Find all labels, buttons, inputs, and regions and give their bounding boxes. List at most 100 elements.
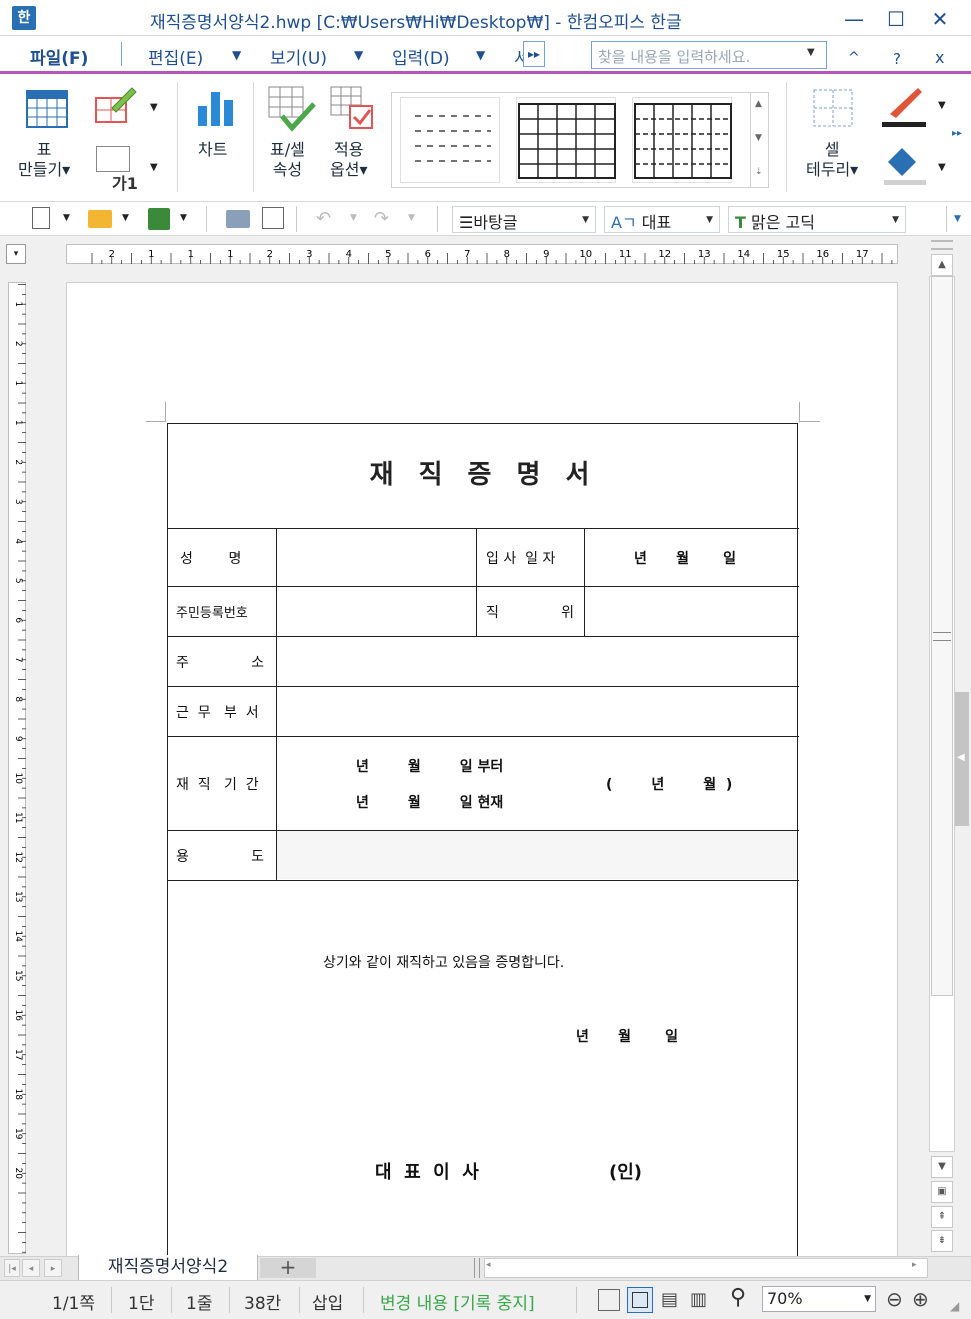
chevron-down-icon[interactable]: ▼ xyxy=(150,162,158,173)
status-page[interactable]: 1/1쪽 xyxy=(52,1289,95,1314)
chevron-down-icon[interactable]: ▼ xyxy=(807,47,815,58)
chevron-down-icon[interactable]: ▼ xyxy=(408,213,415,223)
view-full-page-icon[interactable] xyxy=(598,1289,620,1311)
ruler-label: 3 xyxy=(306,249,312,260)
zoom-out-icon[interactable]: ⊖ xyxy=(886,1287,903,1311)
open-folder-icon[interactable] xyxy=(88,210,112,228)
document-close-button[interactable]: x xyxy=(935,48,944,67)
tab-first-icon[interactable]: |◂ xyxy=(4,1259,20,1277)
print-icon[interactable] xyxy=(226,210,250,228)
hscroll-splitter[interactable] xyxy=(474,1258,480,1278)
period-to[interactable]: 년 월 일 현재 xyxy=(356,792,503,812)
period-total[interactable]: ( 년 월 ) xyxy=(606,774,732,794)
maximize-button[interactable]: ☐ xyxy=(878,6,914,32)
scroll-right-icon[interactable]: ▸ xyxy=(912,1260,917,1270)
table-cell-props-button[interactable]: 표/셀 속성 xyxy=(270,140,305,180)
bar-chart-icon[interactable] xyxy=(196,88,236,132)
table-grid-icon[interactable] xyxy=(26,90,68,132)
horizontal-ruler[interactable]: 2 1 1 1 2 3 4 5 6 7 8 9 10 11 12 13 14 15 16 17 xyxy=(66,244,898,264)
undo-icon[interactable]: ↶ xyxy=(316,208,331,229)
prev-page-icon[interactable]: ⇞ xyxy=(931,1206,953,1228)
vertical-ruler[interactable]: 1 2 1 1 2 3 4 5 6 7 8 9 10 11 12 13 14 15 16 17 18 19 20 xyxy=(8,282,26,1254)
period-from[interactable]: 년 월 일 부터 xyxy=(356,756,503,776)
chart-button[interactable]: 차트 xyxy=(198,140,227,160)
table-style-grid[interactable] xyxy=(516,97,616,183)
save-icon[interactable] xyxy=(148,208,170,230)
ribbon-more-icon[interactable]: ▸▸ xyxy=(952,128,962,139)
chevron-down-icon[interactable]: ▼ xyxy=(150,102,158,113)
scroll-up-button[interactable]: ▲ xyxy=(931,254,953,276)
table-make-button[interactable]: 표 만들기▾ xyxy=(18,140,70,180)
toolbar-more-icon[interactable]: ▼ xyxy=(946,206,968,232)
search-input[interactable]: 찾을 내용을 입력하세요. xyxy=(591,41,827,69)
zoom-select[interactable]: 70% ▼ xyxy=(762,1286,876,1312)
table-properties-icon[interactable] xyxy=(268,86,316,136)
chevron-down-icon[interactable]: ▼ xyxy=(180,213,187,223)
cell-border-button[interactable]: 셀 테두리▾ xyxy=(806,140,858,180)
redo-icon[interactable]: ↷ xyxy=(374,208,389,229)
minimize-button[interactable]: — xyxy=(836,6,872,32)
hire-date-value[interactable]: 년 월 일 xyxy=(634,548,736,568)
tab-document[interactable]: 재직증명서양식2 xyxy=(78,1255,258,1281)
menu-edit[interactable]: 편집(E) xyxy=(148,44,203,69)
ruler-label: 2 xyxy=(13,459,23,465)
tab-prev-icon[interactable]: ◂ xyxy=(22,1259,40,1277)
menu-view[interactable]: 보기(U) xyxy=(270,44,327,69)
view-draft-icon[interactable]: ▤ xyxy=(661,1289,678,1310)
cell-border-icon[interactable] xyxy=(812,88,854,132)
view-web-icon[interactable]: ▥ xyxy=(690,1289,707,1310)
scroll-down-button[interactable]: ▼ xyxy=(931,1156,953,1178)
zoom-value: 70% xyxy=(767,1289,803,1308)
ga1-label[interactable]: 가1 xyxy=(112,170,138,194)
chevron-down-icon[interactable]: ▼ xyxy=(232,48,241,62)
fill-bucket-icon[interactable] xyxy=(882,142,928,190)
table-style-dashed[interactable] xyxy=(400,97,500,183)
menu-insert[interactable]: 입력(D) xyxy=(392,44,450,69)
paint-brush-icon[interactable] xyxy=(880,84,928,132)
chevron-down-icon[interactable]: ▼ xyxy=(354,48,363,62)
ruler-tab-selector-icon[interactable]: ▾ xyxy=(6,244,26,264)
table-style-box-icon[interactable] xyxy=(96,146,130,172)
menu-overflow-icon[interactable]: ▸▸ xyxy=(523,41,545,67)
resize-grip-icon[interactable]: ◢ xyxy=(950,1299,959,1313)
chevron-down-icon[interactable]: ▼ xyxy=(476,48,485,62)
representative-select[interactable]: Aㄱ 대표 ▼ xyxy=(604,206,720,233)
chevron-down-icon[interactable]: ▼ xyxy=(122,213,129,223)
add-tab-button[interactable]: + xyxy=(260,1257,316,1278)
certificate-form-table[interactable]: 재 직 증 명 서 성 명 입 사 일 자 년 월 일 주민등록번호 직 위 주… xyxy=(167,423,799,1263)
table-style-mixed[interactable] xyxy=(632,97,732,183)
chevron-down-icon[interactable]: ▼ xyxy=(63,213,70,223)
chevron-up-icon[interactable]: ▲ xyxy=(755,99,762,109)
menu-file[interactable]: 파일(F) xyxy=(30,44,88,69)
help-button[interactable]: ? xyxy=(893,50,901,68)
close-button[interactable]: ✕ xyxy=(922,6,958,32)
status-insert-mode[interactable]: 삽입 xyxy=(312,1289,343,1314)
chevron-down-icon[interactable]: ▼ xyxy=(350,213,357,223)
horizontal-scrollbar[interactable] xyxy=(484,1258,928,1278)
table-border xyxy=(476,528,477,636)
font-select[interactable]: T 맑은 고딕 ▼ xyxy=(728,206,906,233)
new-document-icon[interactable] xyxy=(32,207,50,229)
purpose-value-cell[interactable] xyxy=(277,831,797,879)
split-handle-icon[interactable] xyxy=(931,240,953,250)
ribbon-collapse-button[interactable]: ^ xyxy=(848,50,860,66)
gallery-expand-icon[interactable]: ⇣ xyxy=(755,167,763,177)
issue-date[interactable]: 년 월 일 xyxy=(576,1026,678,1046)
next-page-icon[interactable]: ⇟ xyxy=(931,1230,953,1252)
tab-next-icon[interactable]: ▸ xyxy=(44,1259,62,1277)
chevron-down-icon[interactable]: ▼ xyxy=(755,133,762,143)
print-preview-icon[interactable] xyxy=(262,207,284,229)
chevron-down-icon[interactable]: ▼ xyxy=(938,100,946,111)
zoom-in-icon[interactable]: ⊕ xyxy=(912,1287,929,1311)
apply-options-button[interactable]: 적용 옵션▾ xyxy=(330,140,367,180)
table-draw-icon[interactable] xyxy=(94,84,138,128)
toolbar-divider xyxy=(206,206,207,232)
scroll-left-icon[interactable]: ◂ xyxy=(486,1260,491,1270)
apply-options-icon[interactable] xyxy=(330,86,376,136)
gallery-scroll[interactable]: ▲ ▼ ⇣ xyxy=(750,93,769,187)
chevron-down-icon[interactable]: ▼ xyxy=(938,162,946,173)
status-track-changes[interactable]: 변경 내용 [기록 중지] xyxy=(380,1289,535,1314)
zoom-search-icon[interactable]: ⚲ xyxy=(730,1285,746,1310)
page-view-icon[interactable]: ▣ xyxy=(931,1181,953,1203)
style-select[interactable]: ☰바탕글 ▼ xyxy=(452,206,596,233)
